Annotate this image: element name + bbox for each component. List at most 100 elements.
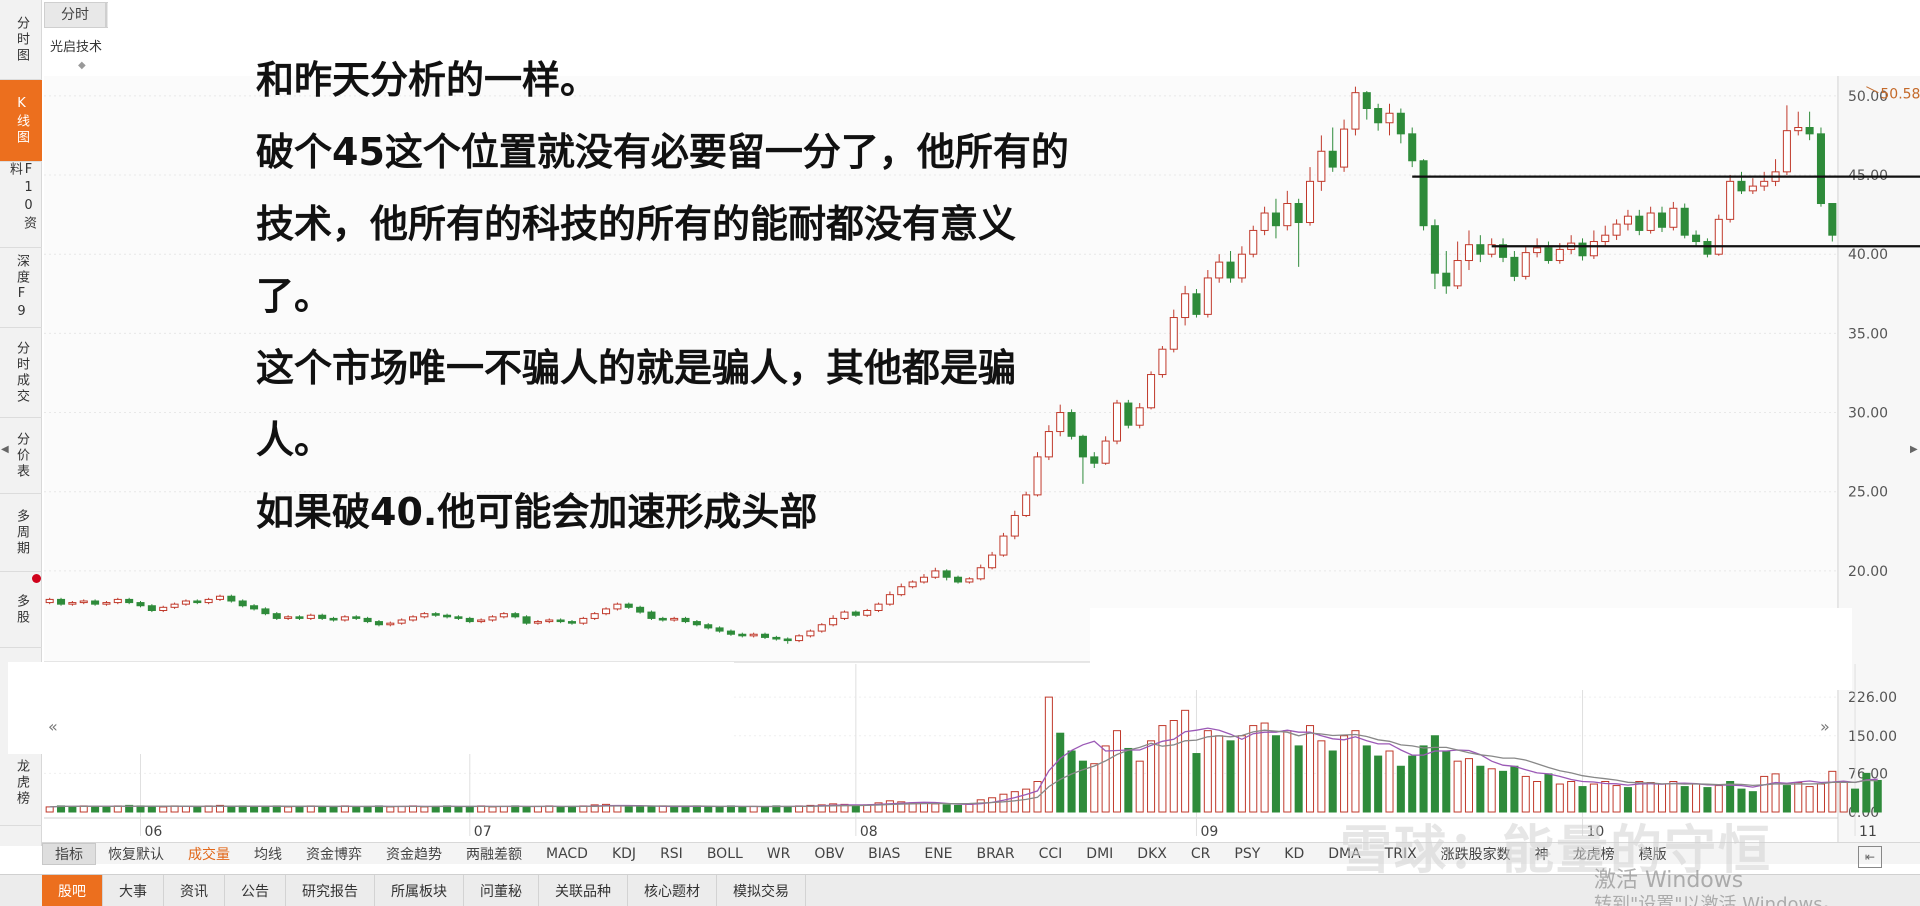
indicator-tab[interactable]: KDJ [600,846,648,862]
volume-bar [1124,747,1133,813]
indicator-tab[interactable]: MACD [534,846,600,862]
candle-body [272,613,281,619]
candle-body [840,611,849,619]
bottom-tab[interactable]: 模拟交易 [717,875,806,906]
indicator-tab[interactable]: BOLL [695,846,755,862]
volume-bar [783,805,792,813]
indicator-tab[interactable]: 成交量 [176,844,242,864]
candle-body [738,633,747,637]
volume-bar [193,806,202,813]
bottom-tab[interactable]: 所属板块 [375,875,464,906]
candle-body [783,638,792,642]
indicator-tab[interactable]: 两融差额 [454,844,534,864]
axis-panel-bg [1839,76,1920,842]
candle-body [1703,241,1712,255]
candle-body [227,595,236,602]
candle-body [1328,150,1337,168]
volume-bar [851,805,860,813]
candle-body [1271,212,1280,227]
volume-bar [931,803,940,813]
candle-body [919,576,928,583]
annotation-line: 这个市场唯一不骗人的就是骗人，其他都是骗 [256,346,1017,390]
indicator-tab[interactable]: CR [1179,846,1223,862]
indicator-tab[interactable]: DKX [1125,846,1179,862]
bottom-tab[interactable]: 核心题材 [628,875,717,906]
scroll-right-icon[interactable]: » [1820,717,1830,736]
candle-body [1521,252,1530,277]
indicator-tab[interactable]: 资金博弈 [294,844,374,864]
volume-bar [1839,781,1848,813]
candle-body [113,598,122,604]
bottom-tab[interactable]: 研究报告 [286,875,375,906]
candle-body [488,616,497,621]
bottom-tab[interactable]: 大事 [103,875,164,906]
candle-body [885,594,894,605]
indicator-tab[interactable]: OBV [802,846,856,862]
indicator-tab[interactable]: ENE [912,846,964,862]
collapse-right-icon[interactable]: ▶ [1910,444,1918,455]
bottom-tab[interactable]: 资讯 [164,875,225,906]
candle-body [681,617,690,623]
candle-body [602,608,611,615]
volume-bar [1544,773,1553,813]
volume-bar [1056,732,1065,813]
candle-body [1578,242,1587,257]
candle-body [318,614,327,619]
indicator-tab[interactable]: CCI [1027,846,1075,862]
indicator-tab[interactable]: RSI [648,846,695,862]
candle-body [1203,277,1212,315]
candle-body [147,605,156,611]
indicator-tab[interactable]: 资金趋势 [374,844,454,864]
bottom-tab[interactable]: 公告 [225,875,286,906]
volume-bar [1760,775,1769,813]
indicator-tab[interactable]: PSY [1222,846,1272,862]
volume-bar [1782,785,1791,813]
candle-body [1692,234,1701,243]
candle-body [91,600,100,605]
candle-body [1726,180,1735,220]
volume-bar [1135,760,1144,813]
candle-body [1385,112,1394,124]
collapse-left-icon[interactable]: ◀ [1,444,9,455]
bottom-tab[interactable]: 问董秘 [464,875,539,906]
candle-body [1453,260,1462,287]
candle-body [1714,218,1723,255]
indicator-tab[interactable]: 指标 [42,842,96,865]
volume-bar [1169,720,1178,813]
volume-bar [68,805,77,813]
indicator-tab[interactable]: BRAR [965,846,1027,862]
indicator-tab[interactable]: KD [1272,846,1316,862]
candle-body [1589,241,1598,257]
volume-bar [45,806,54,813]
indicator-tab[interactable]: 恢复默认 [96,844,176,864]
candle-body [942,570,951,578]
indicator-tab[interactable]: 均线 [242,844,294,864]
volume-bar [1294,745,1303,813]
volume-bar [1510,765,1519,813]
volume-bar [976,799,985,813]
candle-body [1181,293,1190,319]
candle-body [363,617,372,623]
annotation-line: 如果破40.他可能会加速形成头部 [256,490,818,534]
collapse-panel-icon[interactable]: ⇤ [1858,846,1882,868]
bottom-tab[interactable]: 关联品种 [539,875,628,906]
volume-bar [1873,779,1882,813]
scroll-left-icon[interactable]: « [48,717,58,736]
volume-bar [1521,775,1530,813]
candle-body [874,603,883,611]
volume-bar [1816,783,1825,813]
candle-body [1169,317,1178,350]
volume-bar [454,806,463,813]
volume-bar [556,806,565,813]
overlay-box-left [8,662,734,754]
volume-bar [91,805,100,813]
indicator-tab[interactable]: DMI [1074,846,1125,862]
candle-body [1442,272,1451,287]
indicator-tab[interactable]: WR [755,846,803,862]
indicator-tab[interactable]: BIAS [856,846,912,862]
candle-body [45,598,54,604]
candle-body [749,633,758,637]
bottom-tab[interactable]: 股吧 [42,875,103,906]
candle-body [1533,247,1542,254]
volume-bar [318,806,327,813]
